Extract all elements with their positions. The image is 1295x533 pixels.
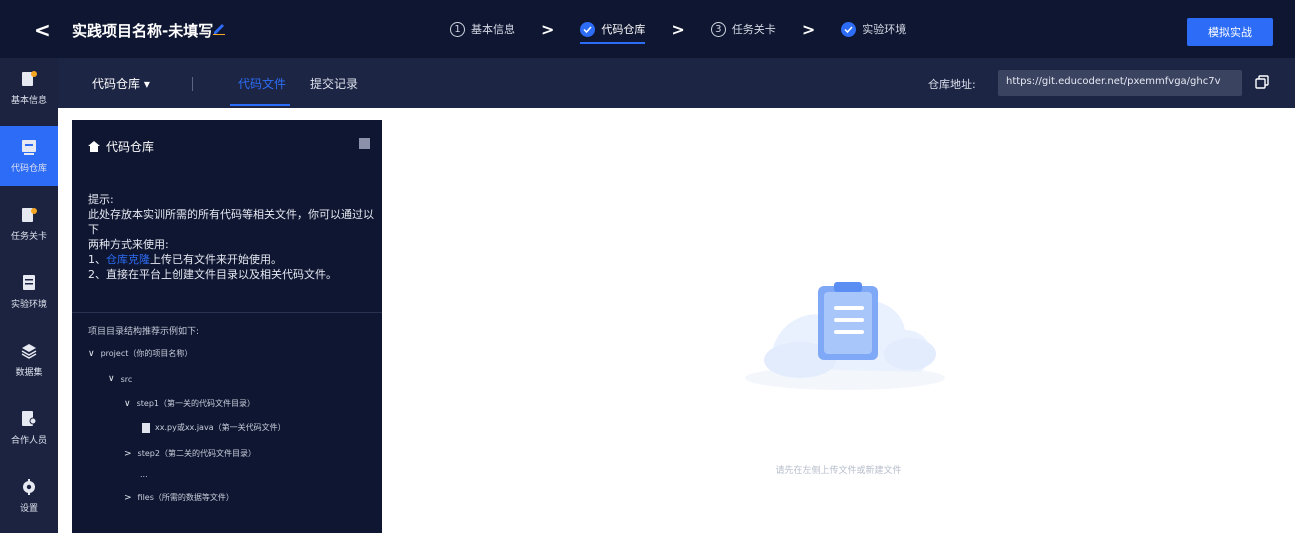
lab-env-icon <box>23 275 35 290</box>
step-label: 实验环境 <box>862 23 907 36</box>
step-label: 任务关卡 <box>731 23 776 36</box>
sidebar-item-basic-info[interactable]: 基本信息 <box>0 58 58 118</box>
step-code-repo[interactable]: 代码仓库 <box>580 0 646 58</box>
check-circle-icon <box>841 21 857 37</box>
collaborator-icon <box>22 411 37 426</box>
step-basic-info[interactable]: 1 基本信息 <box>450 0 515 58</box>
basic-info-icon <box>22 71 37 86</box>
repo-dropdown[interactable]: 代码仓库 ▾ <box>92 75 150 92</box>
copy-icon[interactable] <box>1255 75 1269 89</box>
tree-item-label: src <box>120 374 133 384</box>
tree-item: xx.py或xx.java（第一关代码文件） <box>142 422 286 433</box>
active-tab-indicator <box>230 104 290 106</box>
sidebar-item-label: 数据集 <box>15 368 43 378</box>
tree-item: ∨ step1（第一关的代码文件目录） <box>124 398 255 409</box>
tree-item-label: xx.py或xx.java（第一关代码文件） <box>155 423 286 432</box>
dataset-icon <box>21 344 37 359</box>
panel-title: 代码仓库 <box>106 140 155 154</box>
back-button[interactable]: < <box>34 18 51 42</box>
clone-repo-link[interactable]: 仓库克隆 <box>106 253 150 266</box>
empty-state-text: 请先在左侧上传文件或新建文件 <box>775 466 902 476</box>
tree-title: 项目目录结构推荐示例如下: <box>88 327 200 337</box>
tips-block: 提示: 此处存放本实训所需的所有代码等相关文件，你可以通过以下 两种方式来使用:… <box>88 192 378 282</box>
tree-item-label: files（所需的数据等文件） <box>137 493 234 502</box>
chevron-right-icon: > <box>124 492 132 503</box>
step-task-level[interactable]: 3 任务关卡 <box>710 0 776 58</box>
sidebar-item-lab-env[interactable]: 实验环境 <box>0 262 58 322</box>
step-label: 基本信息 <box>471 23 515 36</box>
tips-number: 1、 <box>88 253 106 266</box>
sidebar-item-task-level[interactable]: 任务关卡 <box>0 194 58 254</box>
sidebar-item-dataset[interactable]: 数据集 <box>0 330 58 390</box>
repo-address-label: 仓库地址: <box>928 78 976 91</box>
sidebar-item-label: 设置 <box>19 504 38 514</box>
step-number: 3 <box>710 21 726 37</box>
step-chevron-icon: > <box>541 19 555 39</box>
panel-header: 代码仓库 <box>88 138 154 155</box>
tips-text: 两种方式来使用: <box>88 238 169 251</box>
check-circle-icon <box>580 21 596 37</box>
divider <box>72 312 382 313</box>
tree-item-label: step1（第一关的代码文件目录） <box>136 399 255 408</box>
tree-item: ∨ project（你的项目名称） <box>88 348 192 359</box>
sidebar-item-label: 基本信息 <box>10 96 47 106</box>
project-title: 实践项目名称-未填写 <box>72 22 214 40</box>
divider <box>192 77 193 91</box>
repo-toolbar: 代码仓库 ▾ 代码文件 提交记录 仓库地址: https://git.educo… <box>58 58 1295 108</box>
home-icon <box>88 141 100 152</box>
sidebar-item-label: 合作人员 <box>10 436 47 446</box>
tab-commit-history[interactable]: 提交记录 <box>310 75 358 92</box>
tips-text: 上传已有文件来开始使用。 <box>150 253 282 266</box>
chevron-down-icon: ∨ <box>88 348 95 359</box>
tree-item: ∨ src <box>108 374 132 384</box>
tips-step-2: 2、直接在平台上创建文件目录以及相关代码文件。 <box>88 268 337 281</box>
file-icon <box>142 422 150 433</box>
top-bar: < 实践项目名称-未填写 1 基本信息 > 代码仓库 > 3 任务关卡 > 实验… <box>0 0 1295 58</box>
empty-clipboard-illustration <box>745 282 945 390</box>
sidebar-item-label: 实验环境 <box>10 300 47 310</box>
left-sidebar: 基本信息 代码仓库 任务关卡 实验环境 数据集 合作人员 设置 <box>0 58 58 533</box>
step-lab-env[interactable]: 实验环境 <box>841 0 906 58</box>
tab-code-files[interactable]: 代码文件 <box>238 75 286 92</box>
tips-step-1: 1、仓库克隆上传已有文件来开始使用。 <box>88 252 378 267</box>
chevron-right-icon: > <box>124 448 132 459</box>
step-chevron-icon: > <box>801 19 816 39</box>
tree-item-label: project（你的项目名称） <box>100 349 193 358</box>
task-level-icon <box>22 208 37 222</box>
step-chevron-icon: > <box>671 19 685 39</box>
step-number: 1 <box>450 21 465 37</box>
collapse-icon[interactable] <box>359 138 370 149</box>
step-label: 代码仓库 <box>601 23 646 36</box>
sidebar-item-label: 任务关卡 <box>10 232 47 242</box>
chevron-down-icon: ∨ <box>124 398 131 409</box>
edit-icon[interactable] <box>212 21 226 35</box>
sidebar-item-label: 代码仓库 <box>10 164 47 174</box>
tips-heading: 提示: <box>88 193 114 206</box>
simulate-button[interactable]: 模拟实战 <box>1187 18 1273 46</box>
tree-item: > step2（第二关的代码文件目录） <box>124 448 256 459</box>
tree-item-label: step2（第二关的代码文件目录） <box>137 449 256 458</box>
tips-text: 此处存放本实训所需的所有代码等相关文件，你可以通过以下 <box>88 208 374 236</box>
chevron-down-icon: ∨ <box>108 374 115 384</box>
code-repo-icon <box>22 140 36 155</box>
step-navigation: 1 基本信息 > 代码仓库 > 3 任务关卡 > 实验环境 <box>450 0 906 58</box>
repo-address-field[interactable]: https://git.educoder.net/pxemmfvga/ghc7v <box>998 70 1242 96</box>
tree-item: > files（所需的数据等文件） <box>124 492 234 503</box>
sidebar-item-code-repo[interactable]: 代码仓库 <box>0 126 58 186</box>
sidebar-item-collaborators[interactable]: 合作人员 <box>0 398 58 458</box>
settings-icon <box>23 479 35 495</box>
